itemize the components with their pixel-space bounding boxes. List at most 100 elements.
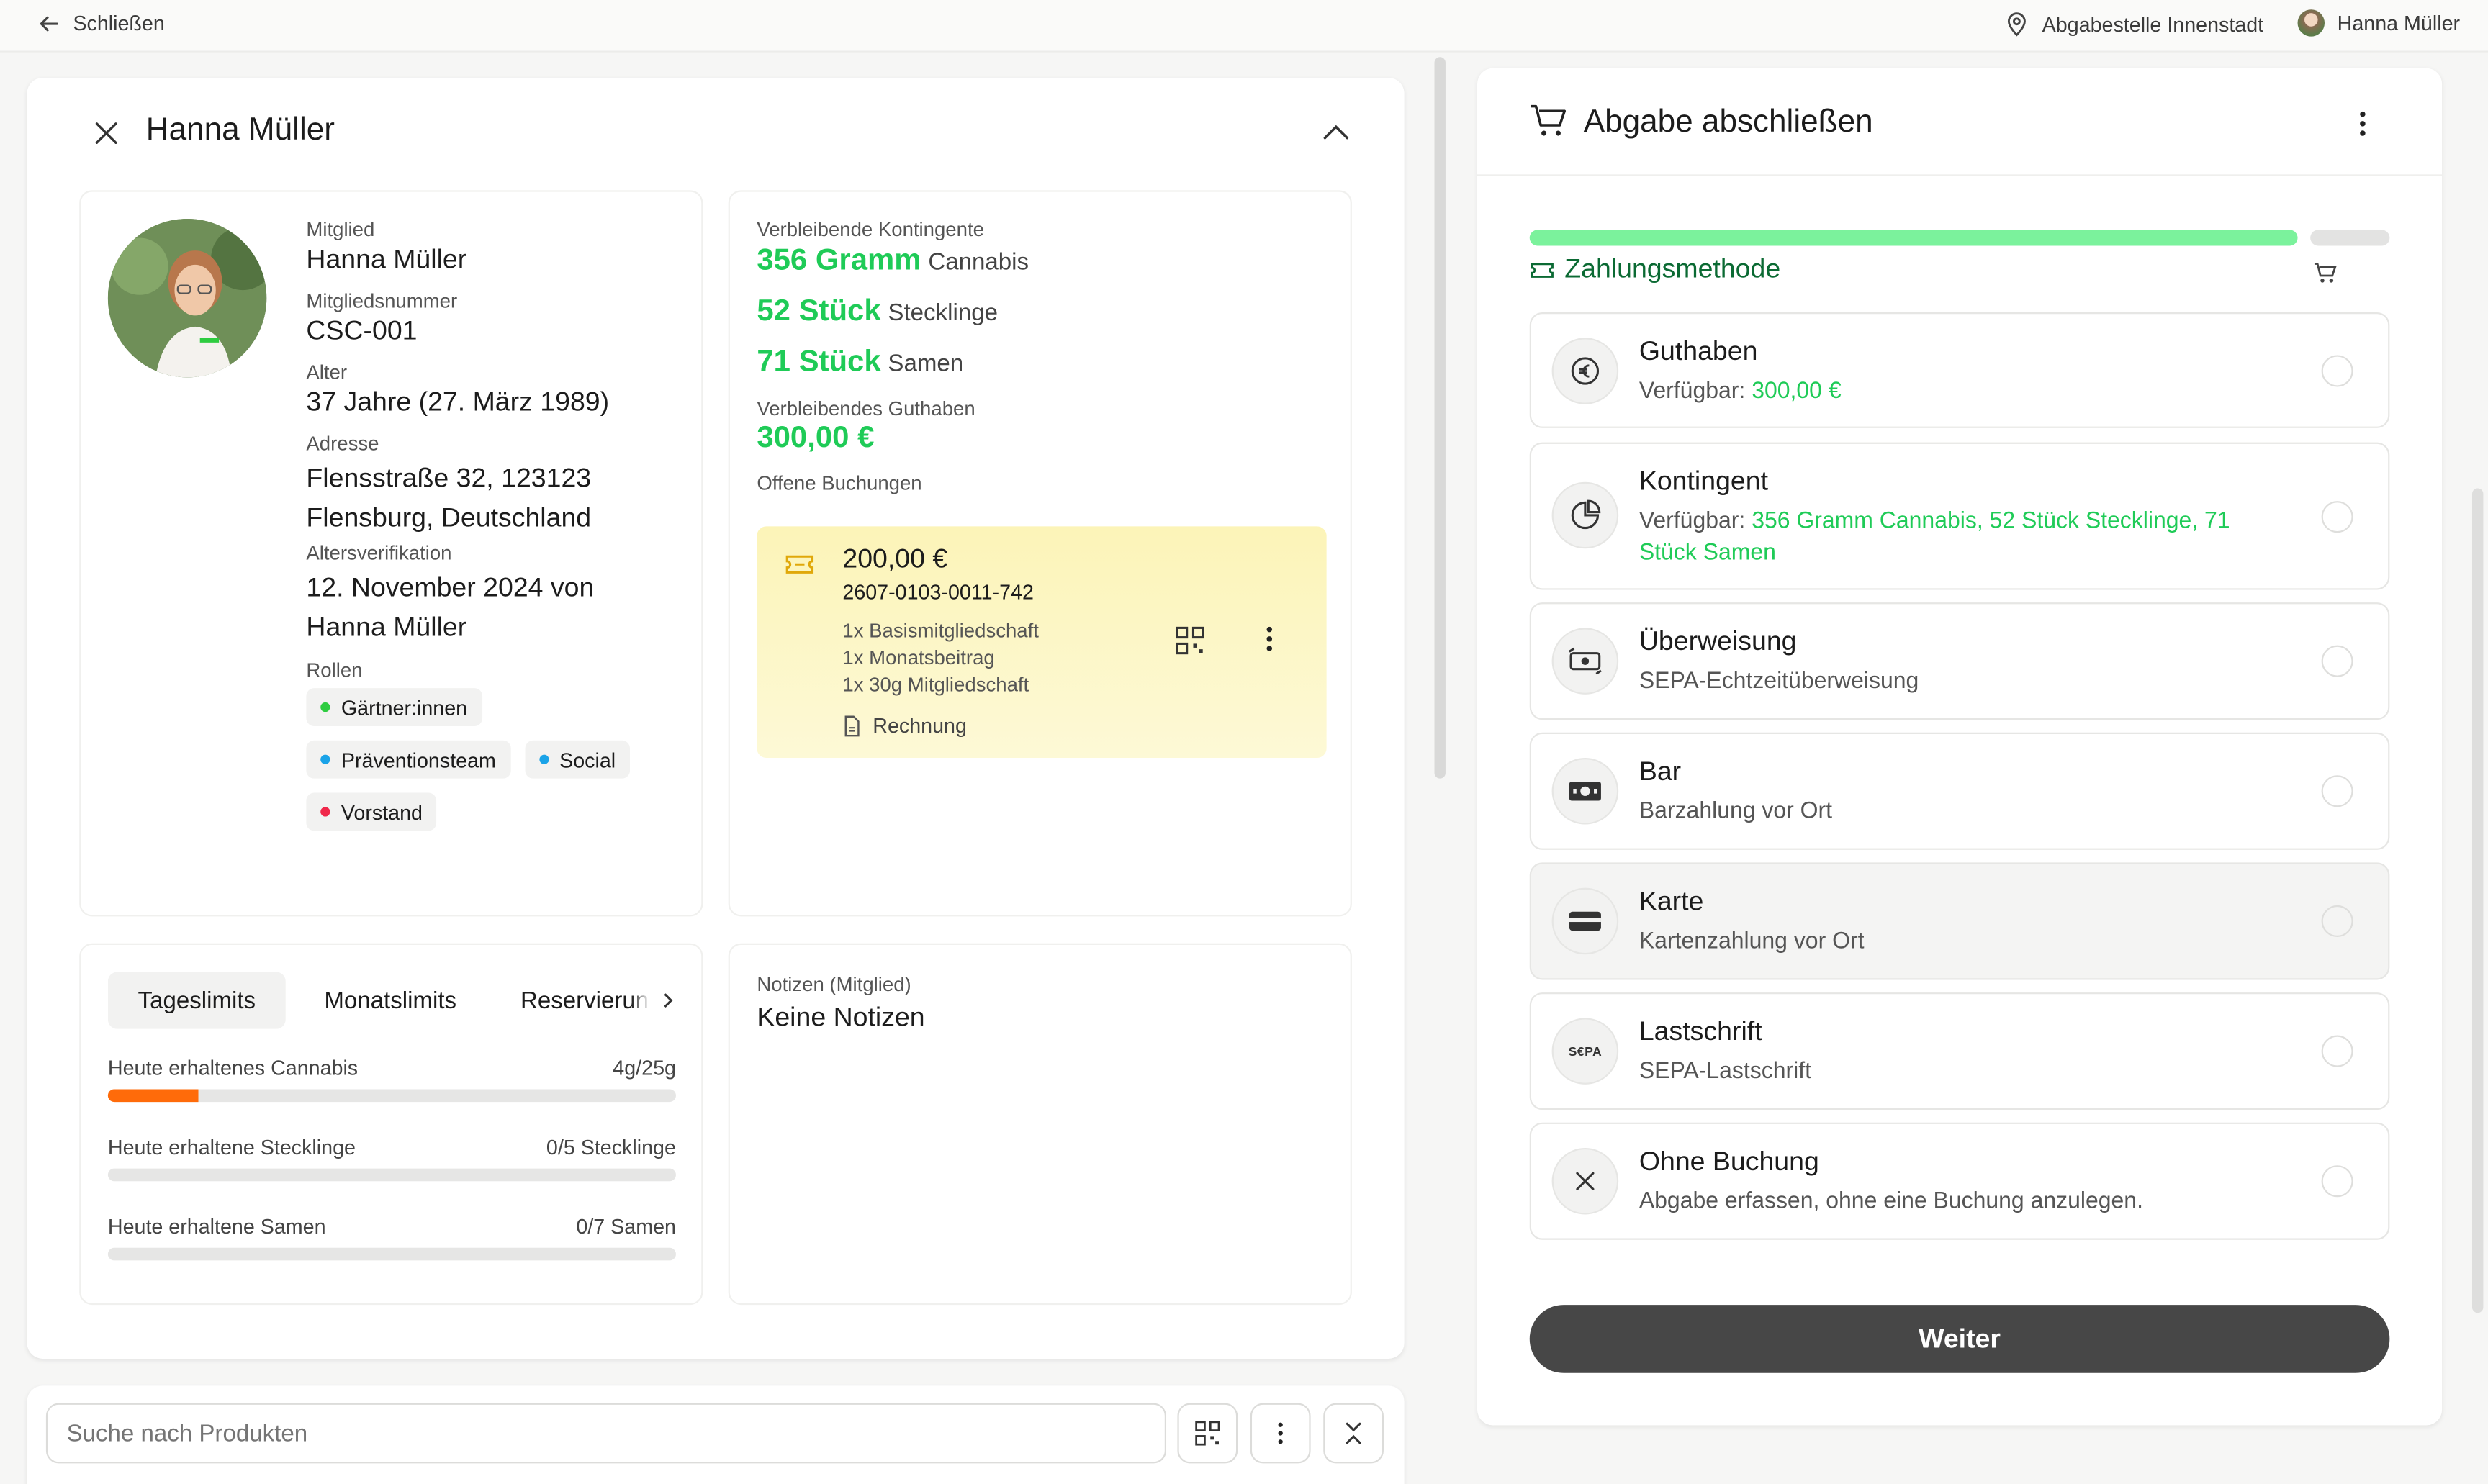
role-name: Präventionsteam (341, 747, 496, 772)
option-radio[interactable] (2321, 1035, 2353, 1067)
member-card: Hanna Müller Mitglied Hanna Müller Mitgl… (27, 77, 1405, 1359)
option-sub-prefix: Verfügbar: (1639, 379, 1752, 404)
checkout-more-button[interactable] (2358, 109, 2367, 146)
avatar (107, 219, 267, 378)
verification-label: Altersverifikation (306, 542, 452, 565)
verification-line-1: 12. November 2024 von (306, 572, 595, 603)
address-label: Adresse (306, 433, 379, 456)
cart-step-icon (2314, 263, 2337, 283)
option-icon (1551, 887, 1619, 955)
option-subtitle: Verfügbar: 356 Gramm Cannabis, 52 Stück … (1639, 506, 2306, 569)
option-radio[interactable] (2321, 775, 2353, 807)
member-title: Hanna Müller (145, 112, 335, 148)
limit-row: Heute erhaltene Samen 0/7 Samen (107, 1214, 676, 1261)
option-radio[interactable] (2321, 905, 2353, 937)
option-icon (1551, 758, 1619, 825)
ticket-icon (785, 555, 814, 574)
option-subtitle: SEPA-Lastschrift (1639, 1059, 1812, 1085)
location-selector[interactable]: Abgabestelle Innenstadt (2006, 11, 2264, 37)
member-value: Hanna Müller (306, 244, 467, 275)
continue-button[interactable]: Weiter (1529, 1305, 2390, 1373)
option-radio[interactable] (2321, 355, 2353, 387)
option-title: Überweisung (1639, 626, 1797, 657)
age-label: Alter (306, 361, 348, 384)
role-name: Vorstand (341, 800, 423, 824)
quota-unit: Samen (888, 350, 964, 378)
option-title: Kontingent (1639, 466, 1769, 497)
quota-unit: Stecklinge (888, 299, 998, 327)
booking-line: 1x Basismitgliedschaft (842, 620, 1039, 643)
option-radio[interactable] (2321, 501, 2353, 533)
member-label: Mitglied (306, 219, 375, 241)
option-title: Bar (1639, 756, 1682, 787)
quota-amount: 52 Stück (757, 294, 881, 329)
option-title: Ohne Buchung (1639, 1146, 1819, 1177)
limits-box: Tageslimits Monatslimits Reservierungen … (79, 943, 703, 1306)
verification-line-2: Hanna Müller (306, 612, 467, 643)
card-icon (1569, 911, 1601, 931)
quota-item: 52 Stück Stecklinge (757, 295, 1328, 330)
limit-progress-fill (107, 1089, 199, 1103)
collapse-button[interactable] (1319, 116, 1353, 150)
limits-tabs: Tageslimits Monatslimits Reservierungen (107, 972, 676, 1029)
product-search-input[interactable] (45, 1403, 1167, 1464)
limit-label: Heute erhaltene Samen (107, 1214, 326, 1239)
balance-value: 300,00 € (757, 421, 875, 456)
user-menu[interactable]: Hanna Müller (2297, 9, 2460, 37)
option-icon (1551, 481, 1619, 549)
role-chip: Vorstand (306, 792, 437, 831)
invoice-link[interactable]: Rechnung (842, 713, 967, 737)
open-booking-card[interactable]: 200,00 € 2607-0103-0011-742 1x Basismitg… (757, 526, 1327, 759)
number-label: Mitgliedsnummer (306, 290, 458, 312)
tab-label: Monatslimits (324, 987, 457, 1014)
tab-monatslimits[interactable]: Monatslimits (302, 972, 479, 1028)
limit-label: Heute erhaltene Stecklinge (107, 1135, 356, 1159)
scan-qr-button[interactable] (1177, 1403, 1238, 1464)
booking-qr-button[interactable] (1176, 626, 1204, 663)
open-bookings-label: Offene Buchungen (757, 472, 922, 495)
tab-tageslimits[interactable]: Tageslimits (107, 972, 286, 1029)
more-vertical-icon (2360, 111, 2366, 136)
limit-row: Heute erhaltenes Cannabis 4g/25g (107, 1056, 676, 1103)
ticket-icon (1531, 262, 1554, 277)
payment-option-kontingent[interactable]: Kontingent Verfügbar: 356 Gramm Cannabis… (1529, 442, 2390, 590)
shopping-cart-icon (1531, 104, 1567, 136)
booking-line: 1x Monatsbeitrag (842, 646, 995, 669)
booking-more-button[interactable] (1265, 625, 1274, 661)
payment-option-ohne-buchung[interactable]: Ohne Buchung Abgabe erfassen, ohne eine … (1529, 1122, 2390, 1240)
notes-label: Notizen (Mitglied) (757, 973, 911, 996)
payment-option-guthaben[interactable]: Guthaben Verfügbar: 300,00 € (1529, 312, 2390, 428)
limit-value: 0/5 Stecklinge (546, 1135, 676, 1159)
payment-option-lastschrift[interactable]: S€PA Lastschrift SEPA-Lastschrift (1529, 992, 2390, 1110)
address-line-2: Flensburg, Deutschland (306, 502, 592, 533)
step-progress-rest (2310, 230, 2390, 246)
close-link[interactable]: Schließen (38, 11, 165, 35)
collapse-toggle-button[interactable] (1323, 1403, 1384, 1464)
age-value: 37 Jahre (27. März 1989) (306, 386, 610, 417)
payment-option-karte[interactable]: Karte Kartenzahlung vor Ort (1529, 862, 2390, 980)
close-member-button[interactable] (91, 117, 122, 149)
role-name: Gärtner:innen (341, 695, 468, 720)
qr-code-icon (1195, 1421, 1220, 1446)
more-vertical-icon (1266, 626, 1273, 651)
profile-box: Mitglied Hanna Müller Mitgliedsnummer CS… (79, 190, 703, 917)
location-label: Abgabestelle Innenstadt (2042, 12, 2264, 36)
option-radio[interactable] (2321, 645, 2353, 677)
quota-amount: 356 Gramm (757, 244, 921, 278)
right-scrollbar[interactable] (2471, 488, 2484, 1313)
option-radio[interactable] (2321, 1165, 2353, 1198)
quota-item: 356 Gramm Cannabis (757, 244, 1328, 279)
role-name: Social (559, 747, 616, 772)
booking-amount: 200,00 € (842, 543, 948, 574)
payment-option-bar[interactable]: Bar Barzahlung vor Ort (1529, 732, 2390, 850)
tabs-scroll-right[interactable] (631, 972, 676, 1029)
limit-progress-bar (107, 1247, 676, 1261)
search-more-button[interactable] (1250, 1403, 1311, 1464)
limit-progress-bar (107, 1089, 676, 1103)
qr-code-icon (1176, 626, 1204, 655)
more-vertical-icon (1278, 1422, 1283, 1444)
step-progress (1529, 230, 2390, 246)
booking-line: 1x 30g Mitgliedschaft (842, 674, 1029, 697)
payment-option-ueberweisung[interactable]: Überweisung SEPA-Echtzeitüberweisung (1529, 602, 2390, 720)
left-scrollbar[interactable] (1434, 57, 1446, 779)
